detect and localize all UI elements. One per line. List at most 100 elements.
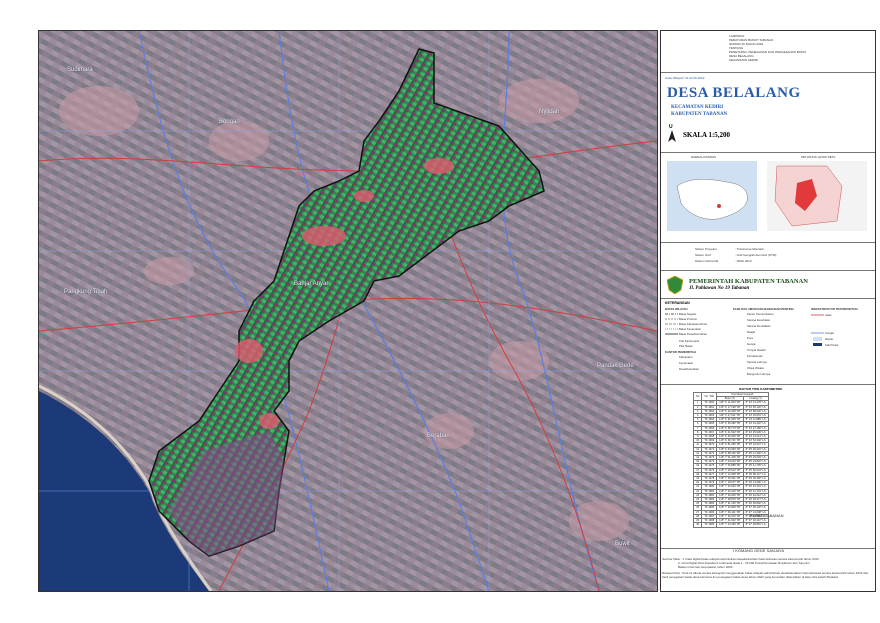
coord-cell: 115° 7' 09.512" BT: [716, 467, 744, 473]
legend-item: Jalan: [825, 313, 832, 317]
kode-wilayah: Kode Wilayah: 51.02.06.2003: [665, 76, 705, 80]
projection-row: Datum Horizontal: SRGI 2013: [695, 259, 752, 263]
coord-cell: 8° 34' 19.332" LS: [742, 421, 769, 427]
projection-value: Transverse Mercator: [736, 247, 765, 251]
coord-row: 23 TK 1982 115° 7' 26.006" BT 8° 36' 40.012…: [692, 492, 769, 499]
place-label: Beraban: [427, 433, 450, 439]
boundary-line-symbols: [665, 313, 678, 335]
coord-row: 3 TK 1962 115° 6' 22.045" BT 8° 33' 58.002"…: [692, 408, 769, 415]
coord-cell: 8° 35' 41.765" LS: [742, 463, 769, 469]
bali-inset-map: [667, 161, 757, 231]
sources-block: Sumber Data : 1. Data digital batas wila…: [662, 557, 872, 579]
coord-cell: 8° 33' 50.120" LS: [742, 404, 769, 410]
legend-box: KETERANGAN BATAS WILAYAH Batas Negara Ba…: [661, 299, 875, 385]
coordinate-table: No No. Titik Koordinat Geografi Bujur (X…: [692, 391, 769, 528]
legend-item: Sarana Kesehatan: [747, 318, 771, 322]
inset-box: DAERAH DIAWAS PETUNJUK LETAK PETA: [661, 153, 875, 243]
legend-col-title: KANTOR PEMERINTAH: [665, 350, 696, 354]
place-label: Pangkung Tibah: [64, 289, 108, 295]
legend-item: Batas Kecamatan: [679, 327, 702, 331]
legend-item: Sarana Lainnya: [747, 360, 767, 364]
source-line: Badan Informasi Geospasial, tahun 2000: [678, 565, 733, 569]
legend-item: Bangunan Lainnya: [747, 372, 771, 376]
title-box: Kode Wilayah: 51.02.06.2003 DESA BELALAN…: [661, 73, 875, 153]
legend-item: Kali Pantai: [825, 343, 839, 347]
legend-item: Kecamatan: [679, 361, 694, 365]
coord-cell: 115° 6' 58.152" BT: [716, 450, 744, 457]
north-arrow-icon: [668, 130, 676, 142]
legend-item: Batas Provinsi: [679, 317, 697, 321]
coord-cell: 8° 33' 43.478" LS: [742, 400, 769, 406]
coord-cell: 8° 35' 50.034" LS: [742, 467, 769, 473]
kabupaten-label: KABUPATEN TABANAN: [671, 112, 728, 117]
coord-row: 17 TK 1976 115° 7' 09.512" BT 8° 35' 50.034…: [692, 467, 769, 473]
legend-item: Batas Kabupaten/Kota: [679, 322, 707, 326]
coord-header: No. Titik: [701, 391, 718, 402]
kecamatan-label: KECAMATAN KEDIRI: [671, 105, 724, 110]
legend-title: KETERANGAN: [665, 301, 690, 305]
legend-item: Titik Kartometrik: [679, 339, 700, 343]
agency-box: PEMERINTAH KABUPATEN TABANAN Jl. Pahlawa…: [661, 271, 875, 299]
map-area[interactable]: Sudimara Bongan Nyitdah Pangkung Tibah B…: [38, 30, 658, 592]
legend-item: Batas Negara: [679, 312, 697, 316]
legend-item: Kantor Pemerintahan: [747, 312, 774, 316]
coord-cell: 8° 37' 05.140" LS: [742, 505, 769, 511]
projection-box: Sistem Proyeksi: Transverse Mercator Sis…: [661, 243, 875, 271]
coord-cell: 115° 7' 44.183" BT: [716, 522, 744, 528]
coord-row: 18 TK 1977 115° 7' 12.648" BT 8° 35' 58.117…: [692, 471, 769, 478]
place-label: Buwit: [615, 541, 630, 547]
coord-cell: 8° 36' 31.716" LS: [742, 488, 769, 494]
coord-row: 11 TK 1970 115° 6' 51.066" BT 8° 35' 01.527…: [692, 442, 769, 448]
coord-row: 13 TK 1972 115° 6' 58.152" BT 8° 35' 17.260…: [692, 450, 769, 457]
coord-cell: 8° 33' 58.002" LS: [742, 408, 769, 415]
place-label: Bongan: [219, 119, 240, 125]
coord-row: 26 TK 1985 115° 7' 33.905" BT 8° 37' 05.140…: [692, 505, 769, 511]
coord-cell: 8° 36' 40.012" LS: [742, 492, 769, 499]
legend-item: Sungai: [825, 331, 834, 335]
location-inset-map: [767, 161, 867, 231]
coord-cell: TK 1989: [701, 522, 718, 528]
coord-cell: 8° 36' 23.151" LS: [742, 484, 769, 490]
coord-cell: 115° 6' 11.823" BT: [716, 400, 744, 406]
projection-value: Grid Geografi dan Grid (UTM): [736, 253, 777, 257]
place-label: Nyitdah: [539, 109, 560, 115]
signature-name: I KOMANG GEDE SANJAYA: [733, 548, 785, 553]
legend-item: Pilar Batas: [679, 344, 693, 348]
coord-header: No: [692, 391, 703, 402]
legend-col-title: FASILITAS UMUM DAN BANGUNAN PENTING: [733, 307, 794, 311]
coord-row: 1 TK 1960 115° 6' 11.823" BT 8° 33' 43.478"…: [692, 400, 769, 406]
coord-row: 21 TK 1980 115° 7' 20.934" BT 8° 36' 23.151…: [692, 484, 769, 490]
projection-label: Datum Horizontal: [695, 259, 719, 263]
coord-cell: 8° 35' 58.117" LS: [742, 471, 769, 478]
coord-row: 8 TK 1967 115° 6' 41.502" BT 8° 34' 35.906"…: [692, 429, 769, 436]
legend-item: Batas Desa/Kelurahan: [679, 332, 707, 336]
projection-label: Sistem Grid: [695, 253, 711, 257]
legend-item: Gereja: [747, 342, 756, 346]
coord-cell: 115° 6' 35.282" BT: [716, 421, 744, 427]
legend-item: Kabupaten: [679, 355, 693, 359]
inset-left-title: DAERAH DIAWAS: [691, 155, 716, 159]
coord-cell: 30: [692, 522, 703, 528]
coord-cell: 115° 7' 12.648" BT: [716, 471, 744, 478]
coord-cell: 8° 37' 38.881" LS: [742, 522, 769, 528]
projection-row: Sistem Grid: Grid Geografi dan Grid (UTM…: [695, 253, 777, 257]
coord-cell: 8° 34' 35.906" LS: [742, 429, 769, 436]
legend-item: Pemakaman: [747, 354, 763, 358]
legend-item: Masjid: [747, 330, 756, 334]
coord-cell: 8° 35' 17.260" LS: [742, 450, 769, 457]
legend-col-title: INFRASTRUKTUR TRANSPORTASI: [811, 307, 858, 311]
legend-item: Danau: [825, 337, 834, 341]
map-sheet: Sudimara Bongan Nyitdah Pangkung Tibah B…: [0, 0, 880, 623]
coord-cell: 8° 35' 09.415" LS: [742, 446, 769, 452]
coord-cell: 115° 7' 33.905" BT: [716, 505, 744, 511]
coord-table-body: 1 TK 1960 115° 6' 11.823" BT 8° 33' 43.478"…: [692, 400, 769, 528]
coord-cell: 115° 7' 23.410" BT: [716, 488, 744, 494]
projection-label: Sistem Proyeksi: [695, 247, 717, 251]
signature-role: BUPATI TABANAN: [750, 513, 784, 518]
coord-row: 16 TK 1975 115° 7' 06.880" BT 8° 35' 41.765…: [692, 463, 769, 469]
coord-cell: 8° 35' 01.527" LS: [742, 442, 769, 448]
agency-name: PEMERINTAH KABUPATEN TABANAN: [689, 278, 808, 285]
coord-row: 12 TK 1971 115° 6' 54.930" BT 8° 35' 09.415…: [692, 446, 769, 452]
coord-cell: 115° 6' 38.774" BT: [716, 425, 744, 431]
coord-row: 2 TK 1961 115° 6' 17.190" BT 8° 33' 50.120"…: [692, 404, 769, 410]
